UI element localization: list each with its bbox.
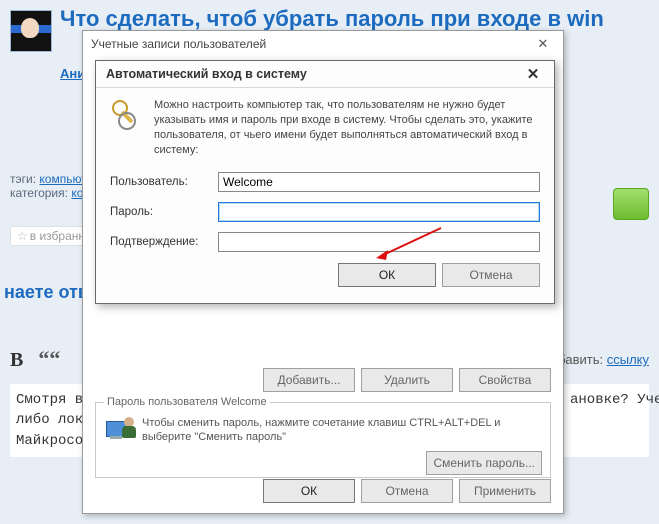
add-link-link[interactable]: ссылку [607, 352, 649, 367]
category-label: категория: [10, 186, 68, 200]
auto-logon-description: Можно настроить компьютер так, что польз… [154, 98, 540, 157]
user-list-buttons: Добавить... Удалить Свойства [263, 368, 551, 392]
close-icon[interactable]: ✕ [514, 63, 552, 85]
confirm-input[interactable] [218, 232, 540, 252]
user-computer-icon [104, 415, 134, 445]
password-groupbox: Пароль пользователя Welcome Чтобы сменит… [95, 402, 551, 478]
password-label: Пароль: [110, 206, 218, 218]
user-label: Пользователь: [110, 176, 218, 188]
vote-up-button[interactable] [613, 188, 649, 220]
change-password-button[interactable]: Сменить пароль... [426, 451, 542, 475]
child-cancel-button[interactable]: Отмена [442, 263, 540, 287]
delete-user-button[interactable]: Удалить [361, 368, 453, 392]
bold-button[interactable]: B [10, 349, 23, 371]
parent-title: Учетные записи пользователей [91, 37, 266, 51]
parent-apply-button[interactable]: Применить [459, 479, 551, 503]
parent-titlebar[interactable]: Учетные записи пользователей ✕ [83, 31, 563, 56]
editor-toolbar: B ““ [10, 346, 60, 372]
add-user-button[interactable]: Добавить... [263, 368, 355, 392]
password-groupbox-legend: Пароль пользователя Welcome [104, 396, 270, 408]
child-title: Автоматический вход в систему [106, 67, 307, 81]
password-hint: Чтобы сменить пароль, нажмите сочетание … [142, 416, 542, 445]
quote-button[interactable]: ““ [38, 346, 60, 371]
user-input[interactable] [218, 172, 540, 192]
keys-icon [110, 98, 144, 132]
child-dialog-buttons: ОК Отмена [110, 263, 540, 287]
star-icon: ☆ [17, 229, 28, 243]
avatar[interactable] [10, 10, 52, 52]
close-icon[interactable]: ✕ [527, 35, 559, 53]
confirm-label: Подтверждение: [110, 236, 218, 248]
question-title: Что сделать, чтоб убрать пароль при вход… [60, 6, 604, 32]
answer-body-tail: ановке? Учетна [570, 390, 659, 410]
page-root: Что сделать, чтоб убрать пароль при вход… [0, 0, 659, 524]
auto-logon-form: Пользователь: Пароль: Подтверждение: [110, 169, 540, 255]
auto-logon-dialog: Автоматический вход в систему ✕ Можно на… [95, 60, 555, 304]
password-input[interactable] [218, 202, 540, 222]
parent-dialog-buttons: ОК Отмена Применить [263, 479, 551, 503]
parent-ok-button[interactable]: ОК [263, 479, 355, 503]
child-titlebar[interactable]: Автоматический вход в систему ✕ [96, 61, 554, 88]
user-properties-button[interactable]: Свойства [459, 368, 551, 392]
child-ok-button[interactable]: ОК [338, 263, 436, 287]
parent-cancel-button[interactable]: Отмена [361, 479, 453, 503]
tags-label: тэги: [10, 172, 36, 186]
